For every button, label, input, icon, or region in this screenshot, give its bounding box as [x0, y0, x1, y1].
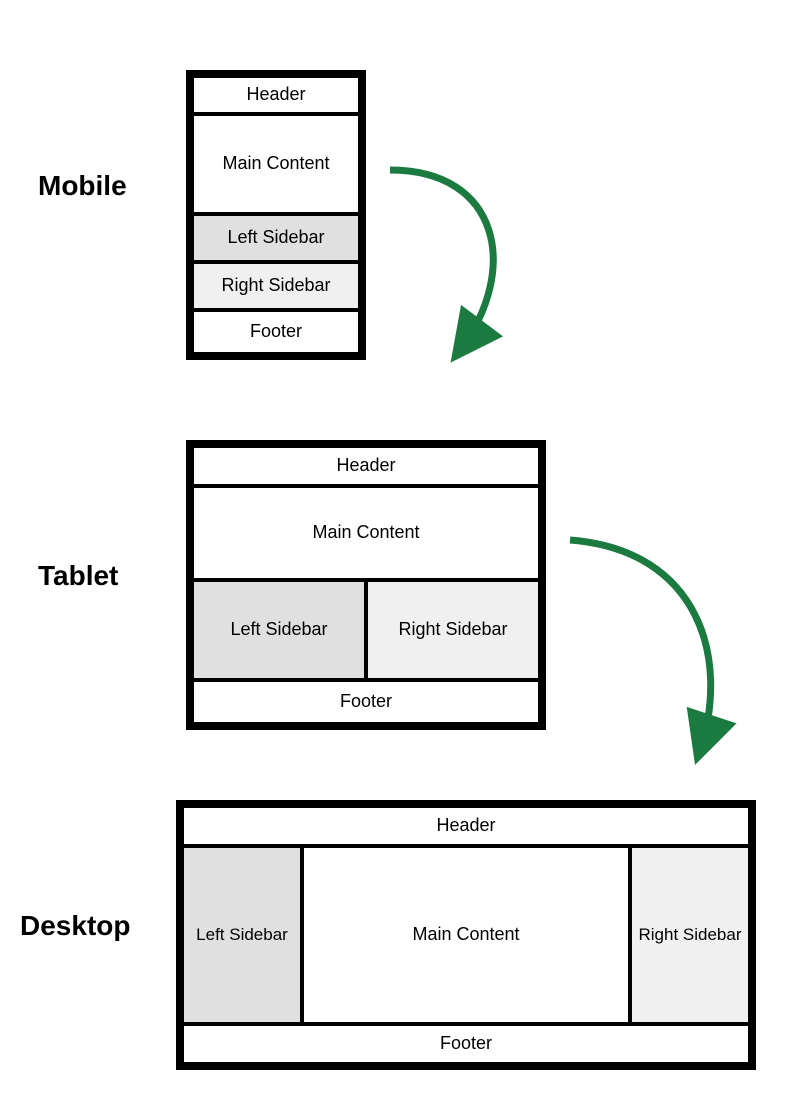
desktop-footer: Footer: [182, 1024, 750, 1064]
label-tablet: Tablet: [38, 560, 118, 592]
label-desktop: Desktop: [20, 910, 130, 942]
label-mobile: Mobile: [38, 170, 127, 202]
desktop-left-sidebar: Left Sidebar: [182, 846, 302, 1024]
mobile-header: Header: [192, 76, 360, 114]
device-mobile: Header Main Content Left Sidebar Right S…: [186, 70, 366, 360]
desktop-header: Header: [182, 806, 750, 846]
mobile-main: Main Content: [192, 114, 360, 214]
tablet-main: Main Content: [192, 486, 540, 580]
tablet-header: Header: [192, 446, 540, 486]
desktop-main: Main Content: [302, 846, 630, 1024]
device-desktop: Header Left Sidebar Main Content Right S…: [176, 800, 756, 1070]
tablet-left-sidebar: Left Sidebar: [192, 580, 366, 680]
desktop-right-sidebar: Right Sidebar: [630, 846, 750, 1024]
arrow-mobile-to-tablet-icon: [380, 150, 550, 380]
mobile-left-sidebar: Left Sidebar: [192, 214, 360, 262]
mobile-footer: Footer: [192, 310, 360, 354]
tablet-right-sidebar: Right Sidebar: [366, 580, 540, 680]
device-tablet: Header Main Content Left Sidebar Right S…: [186, 440, 546, 730]
tablet-footer: Footer: [192, 680, 540, 724]
mobile-right-sidebar: Right Sidebar: [192, 262, 360, 310]
arrow-tablet-to-desktop-icon: [560, 520, 760, 780]
